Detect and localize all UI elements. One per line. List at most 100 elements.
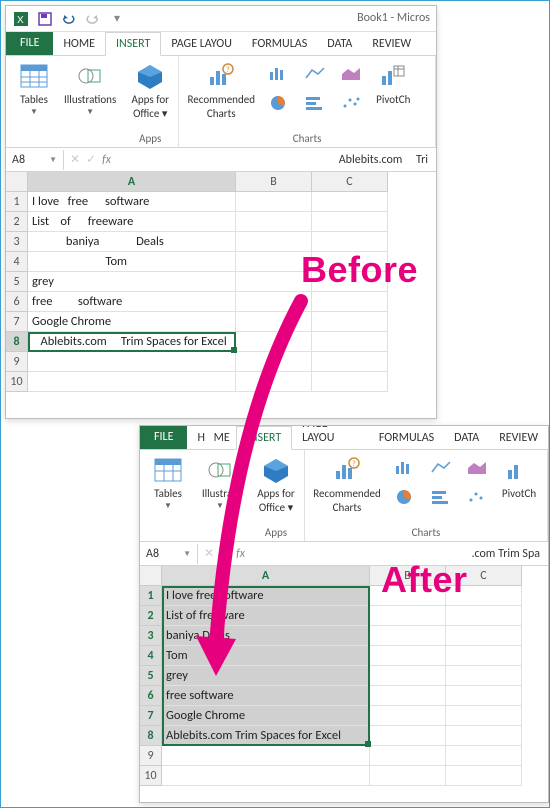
area-chart-icon[interactable] [337, 60, 365, 86]
cell[interactable] [236, 332, 312, 352]
tab-data[interactable]: DATA [444, 427, 489, 449]
cell[interactable] [236, 372, 312, 392]
cell[interactable]: List of freeware [28, 212, 236, 232]
apps-button[interactable]: Apps for Office ▾ [254, 454, 298, 514]
illustrations-button[interactable]: Illustrati ▼ [198, 454, 242, 511]
tab-data[interactable]: DATA [317, 33, 362, 55]
fx-icon[interactable]: fx [102, 153, 111, 167]
tab-home[interactable]: HOME [53, 33, 105, 55]
tab-insert[interactable]: INSERT [236, 426, 292, 450]
row-header[interactable]: 10 [140, 766, 162, 786]
column-header-a[interactable]: A [28, 172, 236, 192]
row-header[interactable]: 4 [140, 646, 162, 666]
cell[interactable] [236, 192, 312, 212]
cell[interactable] [312, 192, 388, 212]
line-chart-icon[interactable] [427, 454, 455, 480]
cell[interactable] [370, 726, 446, 746]
row-header[interactable]: 9 [140, 746, 162, 766]
save-icon[interactable] [34, 9, 56, 29]
cell[interactable] [162, 746, 370, 766]
bar-chart-icon[interactable] [391, 454, 419, 480]
cell[interactable] [28, 372, 236, 392]
tab-formulas[interactable]: FORMULAS [242, 33, 317, 55]
name-box[interactable]: A8 ▼ [140, 544, 198, 564]
enter-icon[interactable]: ✓ [86, 152, 96, 167]
cell[interactable]: Google Chrome [162, 706, 370, 726]
row-header[interactable]: 2 [6, 212, 28, 232]
row-header[interactable]: 5 [6, 272, 28, 292]
cell[interactable]: I love free software [162, 586, 370, 606]
cell[interactable] [446, 646, 522, 666]
cell[interactable] [446, 706, 522, 726]
hbar-chart-icon[interactable] [427, 484, 455, 510]
cell[interactable] [446, 666, 522, 686]
bar-chart-icon[interactable] [265, 60, 293, 86]
undo-icon[interactable] [58, 9, 80, 29]
redo-icon[interactable] [82, 9, 104, 29]
cell[interactable]: baniya Deals [28, 232, 236, 252]
cell[interactable] [370, 746, 446, 766]
cell[interactable] [236, 212, 312, 232]
cell[interactable] [446, 686, 522, 706]
scatter-chart-icon[interactable] [463, 484, 491, 510]
fx-icon[interactable]: fx [236, 547, 245, 561]
tab-insert[interactable]: INSERT [105, 32, 161, 56]
cell[interactable] [162, 766, 370, 786]
pivotchart-button[interactable]: PivotCh [499, 454, 539, 500]
hbar-chart-icon[interactable] [301, 90, 329, 116]
enter-icon[interactable]: ✓ [220, 546, 230, 561]
cell[interactable] [312, 372, 388, 392]
cancel-icon[interactable]: ✕ [70, 152, 80, 167]
illustrations-button[interactable]: Illustrations ▼ [64, 60, 116, 117]
cell[interactable]: grey [28, 272, 236, 292]
tab-review[interactable]: REVIEW [362, 33, 421, 55]
cell[interactable] [370, 666, 446, 686]
cell[interactable] [446, 766, 522, 786]
cell[interactable]: Ablebits.com Trim Spaces for Excel [28, 332, 236, 352]
row-header[interactable]: 10 [6, 372, 28, 392]
cell[interactable]: free software [162, 686, 370, 706]
area-chart-icon[interactable] [463, 454, 491, 480]
pie-chart-icon[interactable] [391, 484, 419, 510]
row-header[interactable]: 6 [140, 686, 162, 706]
tab-file[interactable]: FILE [6, 31, 53, 55]
cell[interactable]: baniya Deals [162, 626, 370, 646]
cell[interactable] [312, 332, 388, 352]
column-header-c[interactable]: C [312, 172, 388, 192]
cell[interactable] [28, 352, 236, 372]
cell[interactable] [446, 626, 522, 646]
cell[interactable] [312, 212, 388, 232]
cell[interactable] [370, 706, 446, 726]
row-header[interactable]: 9 [6, 352, 28, 372]
qat-customize-icon[interactable]: ▾ [106, 9, 128, 29]
column-header-b[interactable]: B [236, 172, 312, 192]
tab-pagelayout[interactable]: PAGE LAYOU [292, 425, 369, 449]
tables-button[interactable]: Tables ▼ [146, 454, 190, 511]
cancel-icon[interactable]: ✕ [204, 546, 214, 561]
cell[interactable] [312, 292, 388, 312]
tab-review[interactable]: REVIEW [489, 427, 548, 449]
row-header[interactable]: 7 [6, 312, 28, 332]
row-header[interactable]: 4 [6, 252, 28, 272]
tables-button[interactable]: Tables ▼ [12, 60, 56, 117]
row-header[interactable]: 1 [140, 586, 162, 606]
cell[interactable] [236, 352, 312, 372]
row-header[interactable]: 1 [6, 192, 28, 212]
row-header[interactable]: 7 [140, 706, 162, 726]
cell[interactable]: I love free software [28, 192, 236, 212]
tab-file[interactable]: FILE [140, 425, 187, 449]
row-header[interactable]: 8 [140, 726, 162, 746]
row-header[interactable]: 3 [140, 626, 162, 646]
cell[interactable] [312, 312, 388, 332]
cell[interactable] [370, 626, 446, 646]
cell[interactable] [236, 312, 312, 332]
recommended-charts-button[interactable]: ? Recommended Charts [185, 60, 257, 120]
formula-bar-value[interactable]: Ablebits.com Tri [331, 153, 428, 167]
row-header[interactable]: 6 [6, 292, 28, 312]
cell[interactable] [370, 646, 446, 666]
cell[interactable]: Tom [28, 252, 236, 272]
cell[interactable] [446, 746, 522, 766]
row-header[interactable]: 8 [6, 332, 28, 352]
tab-formulas[interactable]: FORMULAS [369, 427, 444, 449]
pivotchart-button[interactable]: PivotCh [373, 60, 413, 106]
